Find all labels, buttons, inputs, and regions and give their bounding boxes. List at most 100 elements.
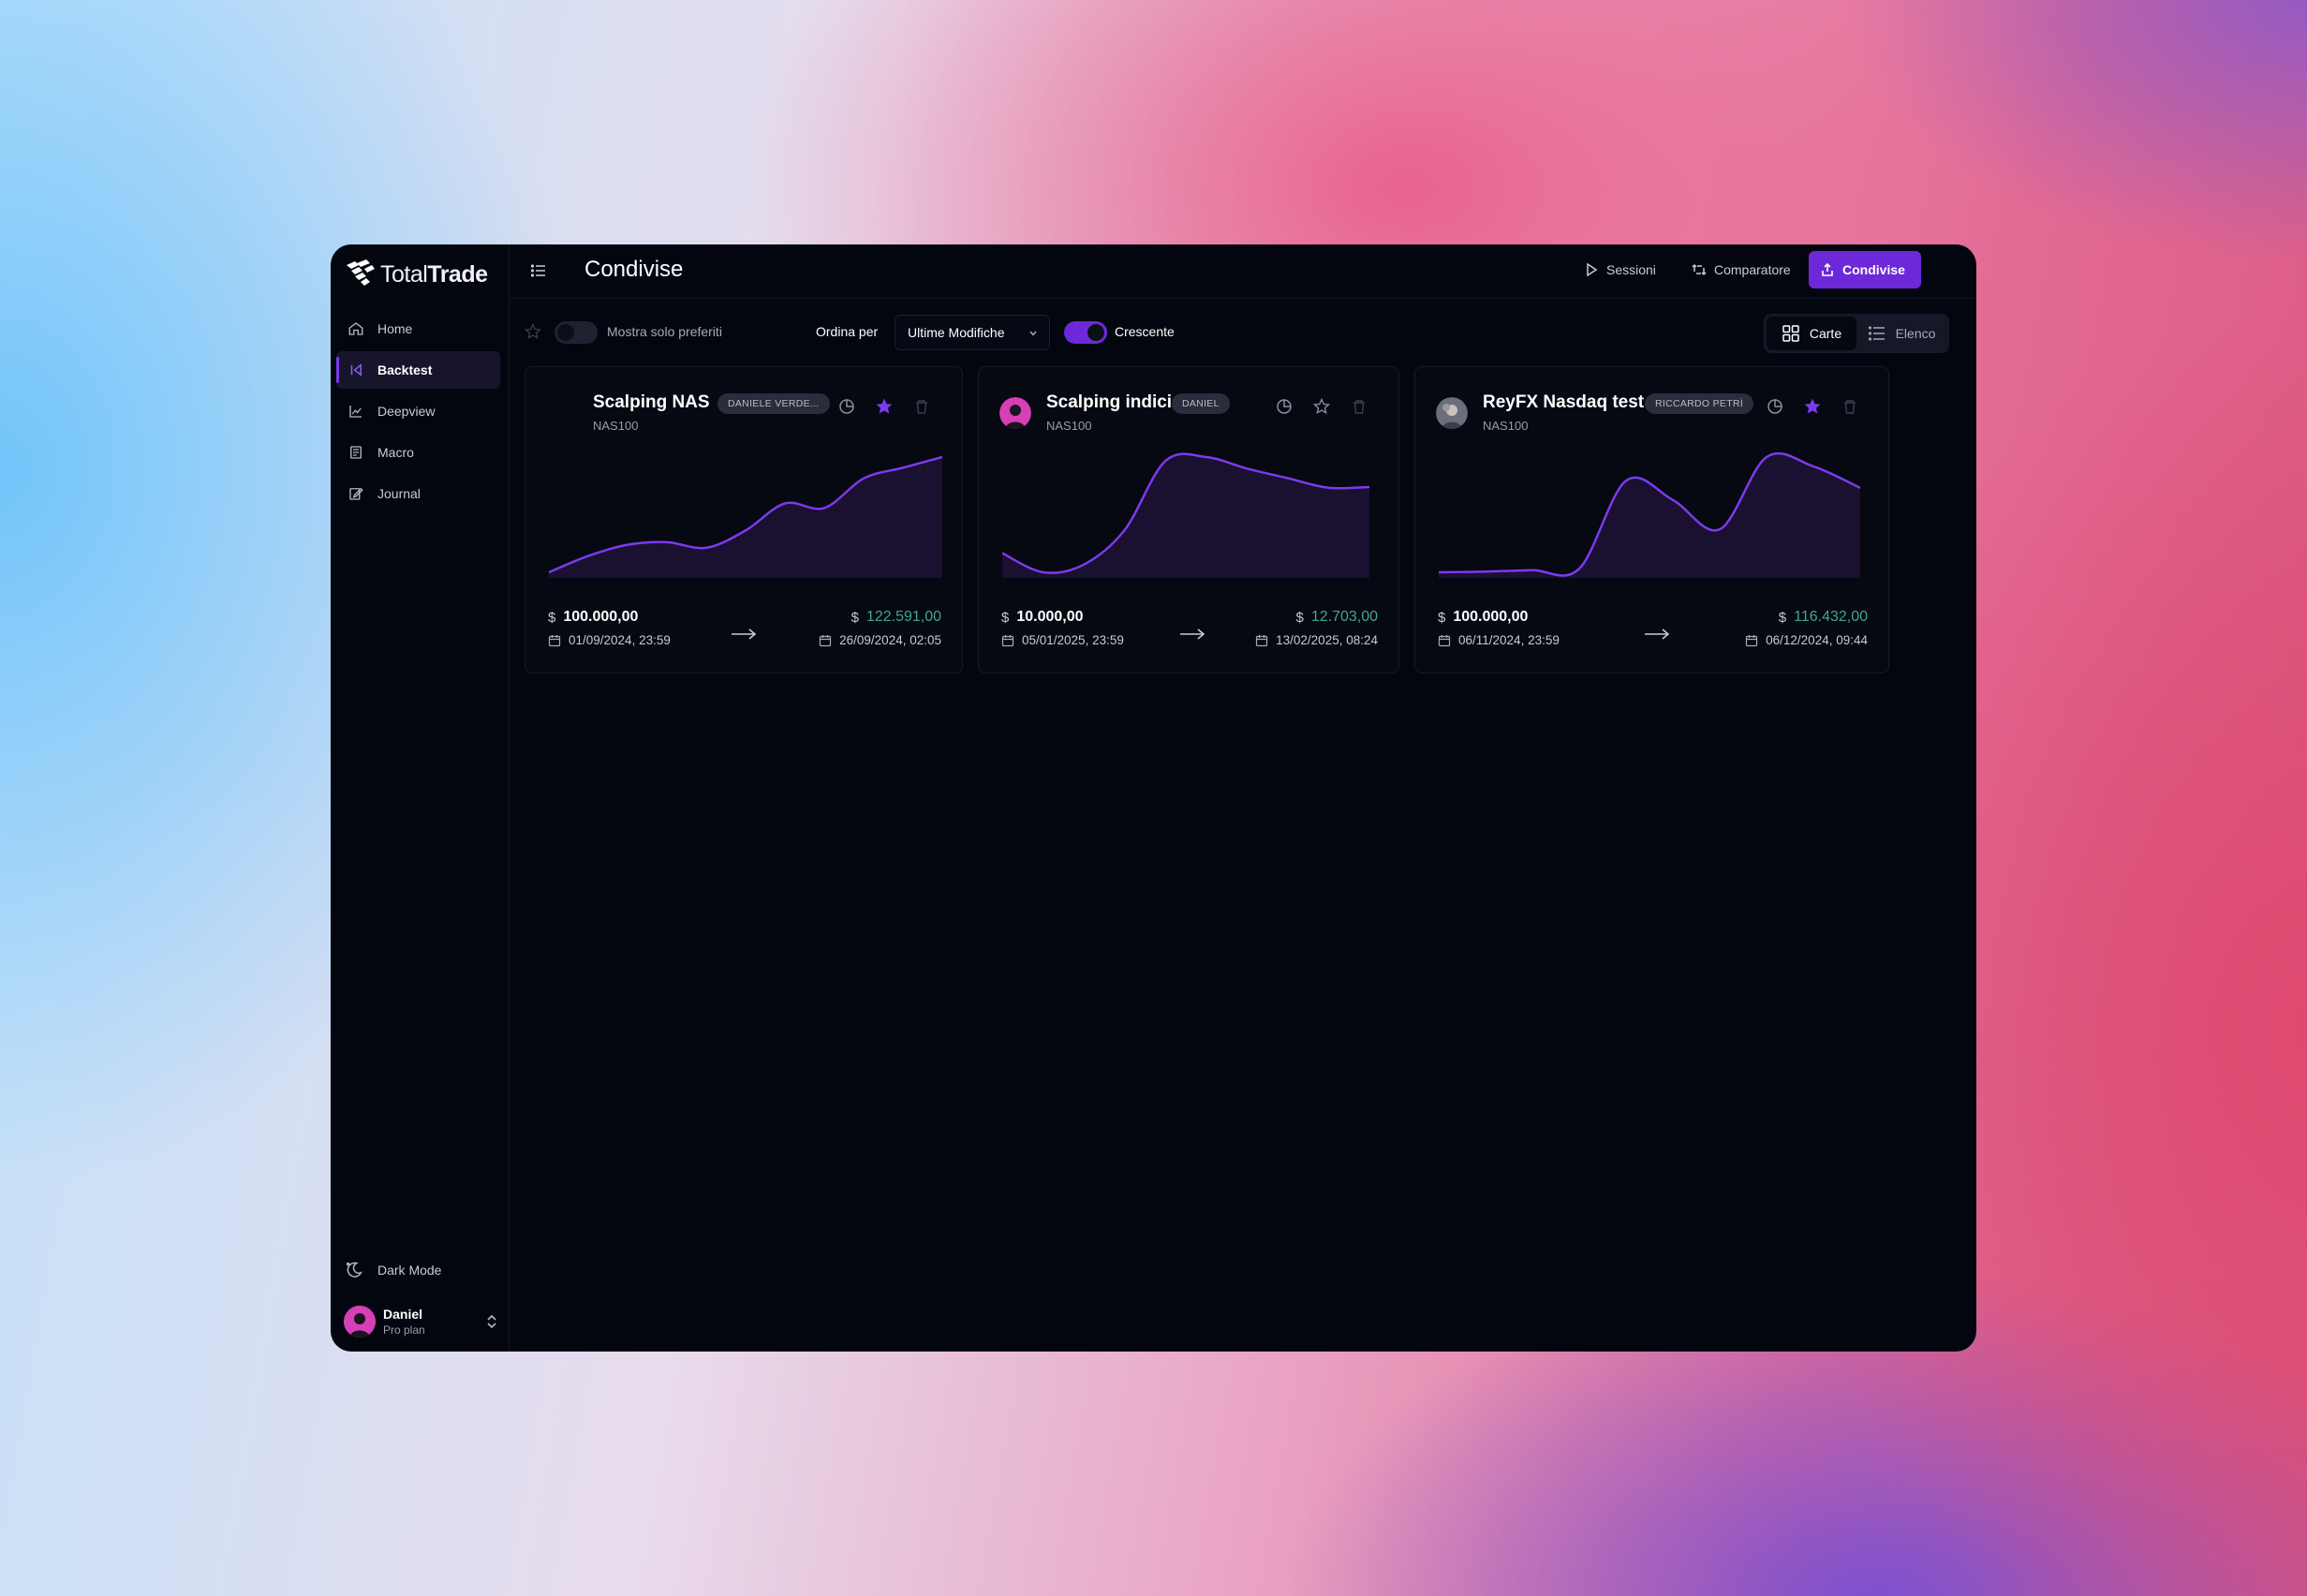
stats-icon[interactable] bbox=[1766, 397, 1784, 416]
sidebar-item-backtest[interactable]: Backtest bbox=[336, 351, 500, 389]
start-amount-value: 100.000,00 bbox=[1453, 609, 1529, 625]
sidebar-toggle-icon[interactable] bbox=[530, 262, 547, 279]
currency-symbol: $ bbox=[1295, 609, 1304, 626]
sidebar-item-label: Backtest bbox=[377, 362, 433, 377]
sessioni-button[interactable]: Sessioni bbox=[1573, 251, 1667, 288]
start-amount-value: 10.000,00 bbox=[1016, 609, 1084, 625]
arrow-right-icon bbox=[1180, 628, 1205, 640]
sort-label: Ordina per bbox=[816, 324, 879, 339]
page-title: Condivise bbox=[584, 257, 684, 282]
share-icon bbox=[1822, 262, 1833, 276]
end-date: 06/12/2024, 09:44 bbox=[1745, 633, 1868, 647]
view-cards-label: Carte bbox=[1809, 326, 1842, 341]
backtest-card[interactable]: Scalping indici DANIEL NAS100 $10.000,00… bbox=[978, 366, 1399, 673]
end-amount: $116.432,00 bbox=[1779, 609, 1868, 626]
arrow-right-icon bbox=[1645, 628, 1670, 640]
card-title: Scalping indici bbox=[1046, 392, 1173, 412]
start-date: 05/01/2025, 23:59 bbox=[1001, 633, 1124, 647]
end-amount-value: 12.703,00 bbox=[1310, 609, 1378, 625]
avatar bbox=[999, 397, 1031, 429]
card-symbol: NAS100 bbox=[1046, 419, 1092, 433]
start-amount: $100.000,00 bbox=[1438, 609, 1528, 626]
grid-icon bbox=[1782, 325, 1799, 342]
view-list-button[interactable]: Elenco bbox=[1856, 317, 1946, 350]
brand-name: TotalTrade bbox=[380, 260, 488, 288]
view-cards-button[interactable]: Carte bbox=[1767, 317, 1856, 350]
calendar-icon bbox=[1746, 634, 1758, 646]
avatar bbox=[344, 1306, 376, 1337]
dark-mode-label: Dark Mode bbox=[377, 1263, 442, 1278]
start-amount-value: 100.000,00 bbox=[563, 609, 639, 625]
end-amount: $12.703,00 bbox=[1295, 609, 1378, 626]
equity-chart bbox=[1439, 451, 1860, 578]
view-list-label: Elenco bbox=[1895, 326, 1936, 341]
dark-mode-toggle[interactable]: Dark Mode bbox=[344, 1260, 441, 1280]
currency-symbol: $ bbox=[1001, 609, 1010, 626]
user-menu[interactable]: Daniel Pro plan bbox=[344, 1303, 498, 1340]
user-info: Daniel Pro plan bbox=[383, 1307, 425, 1337]
owner-badge: DANIELE VERDE... bbox=[717, 393, 830, 414]
start-date-value: 05/01/2025, 23:59 bbox=[1022, 633, 1124, 647]
owner-badge: DANIEL bbox=[1172, 393, 1230, 414]
end-amount-value: 116.432,00 bbox=[1794, 609, 1868, 625]
card-footer: $100.000,00 $116.432,00 06/11/2024, 23:5… bbox=[1438, 609, 1868, 656]
currency-symbol: $ bbox=[1438, 609, 1446, 626]
end-date: 26/09/2024, 02:05 bbox=[819, 633, 941, 647]
comparatore-button[interactable]: Comparatore bbox=[1680, 251, 1802, 288]
sidebar-item-label: Deepview bbox=[377, 404, 436, 419]
end-amount: $122.591,00 bbox=[851, 609, 941, 626]
equity-area bbox=[549, 457, 942, 578]
list-icon bbox=[1868, 326, 1885, 341]
start-date: 06/11/2024, 23:59 bbox=[1438, 633, 1560, 647]
card-symbol: NAS100 bbox=[593, 419, 639, 433]
top-header: Condivise Sessioni Comparatore Condivise bbox=[510, 244, 1976, 299]
start-amount: $10.000,00 bbox=[1001, 609, 1084, 626]
comparatore-label: Comparatore bbox=[1714, 262, 1791, 277]
chart-icon bbox=[349, 406, 362, 418]
end-amount-value: 122.591,00 bbox=[865, 609, 941, 625]
backtest-card[interactable]: ReyFX Nasdaq test RICCARDO PETRÌ NAS100 … bbox=[1414, 366, 1889, 673]
ascending-toggle[interactable] bbox=[1064, 321, 1107, 344]
sort-value: Ultime Modifiche bbox=[908, 325, 1005, 340]
equity-area bbox=[1439, 453, 1860, 578]
trash-icon[interactable] bbox=[1350, 397, 1368, 416]
backtest-icon bbox=[350, 363, 362, 377]
condivise-button[interactable]: Condivise bbox=[1809, 251, 1921, 288]
equity-chart bbox=[549, 455, 942, 578]
sidebar-item-deepview[interactable]: Deepview bbox=[336, 392, 500, 430]
sort-select[interactable]: Ultime Modifiche bbox=[895, 315, 1050, 350]
sidebar-item-journal[interactable]: Journal bbox=[336, 475, 500, 512]
app-window: TotalTrade Home Backtest Deepview Macro … bbox=[331, 244, 1976, 1352]
backtest-card[interactable]: Scalping NAS DANIELE VERDE... NAS100 $10… bbox=[525, 366, 963, 673]
trash-icon[interactable] bbox=[1841, 397, 1859, 416]
owner-badge: RICCARDO PETRÌ bbox=[1645, 393, 1754, 414]
equity-chart bbox=[1002, 452, 1369, 578]
logo-icon bbox=[347, 259, 375, 286]
star-icon[interactable] bbox=[524, 322, 542, 341]
condivise-label: Condivise bbox=[1842, 262, 1905, 277]
card-title: Scalping NAS bbox=[593, 392, 710, 412]
star-icon[interactable] bbox=[875, 397, 894, 416]
sidebar-item-label: Macro bbox=[377, 445, 414, 460]
star-icon[interactable] bbox=[1312, 397, 1331, 416]
news-icon bbox=[350, 446, 362, 459]
calendar-icon bbox=[820, 634, 832, 646]
currency-symbol: $ bbox=[850, 609, 859, 626]
end-date-value: 26/09/2024, 02:05 bbox=[839, 633, 941, 647]
sidebar-item-home[interactable]: Home bbox=[336, 310, 500, 347]
stats-icon[interactable] bbox=[1275, 397, 1294, 416]
sidebar-item-macro[interactable]: Macro bbox=[336, 434, 500, 471]
compare-icon bbox=[1692, 263, 1707, 276]
journal-icon bbox=[349, 487, 363, 500]
trash-icon[interactable] bbox=[912, 397, 931, 416]
sidebar-nav: Home Backtest Deepview Macro Journal bbox=[336, 310, 500, 516]
logo[interactable]: TotalTrade bbox=[344, 256, 488, 293]
sidebar-item-label: Journal bbox=[377, 486, 421, 501]
star-icon[interactable] bbox=[1803, 397, 1822, 416]
arrow-right-icon bbox=[732, 628, 757, 640]
card-title: ReyFX Nasdaq test bbox=[1483, 392, 1645, 412]
stats-icon[interactable] bbox=[837, 397, 856, 416]
favorites-toggle[interactable] bbox=[555, 321, 598, 344]
end-date-value: 06/12/2024, 09:44 bbox=[1766, 633, 1868, 647]
view-switch: Carte Elenco bbox=[1764, 314, 1949, 353]
